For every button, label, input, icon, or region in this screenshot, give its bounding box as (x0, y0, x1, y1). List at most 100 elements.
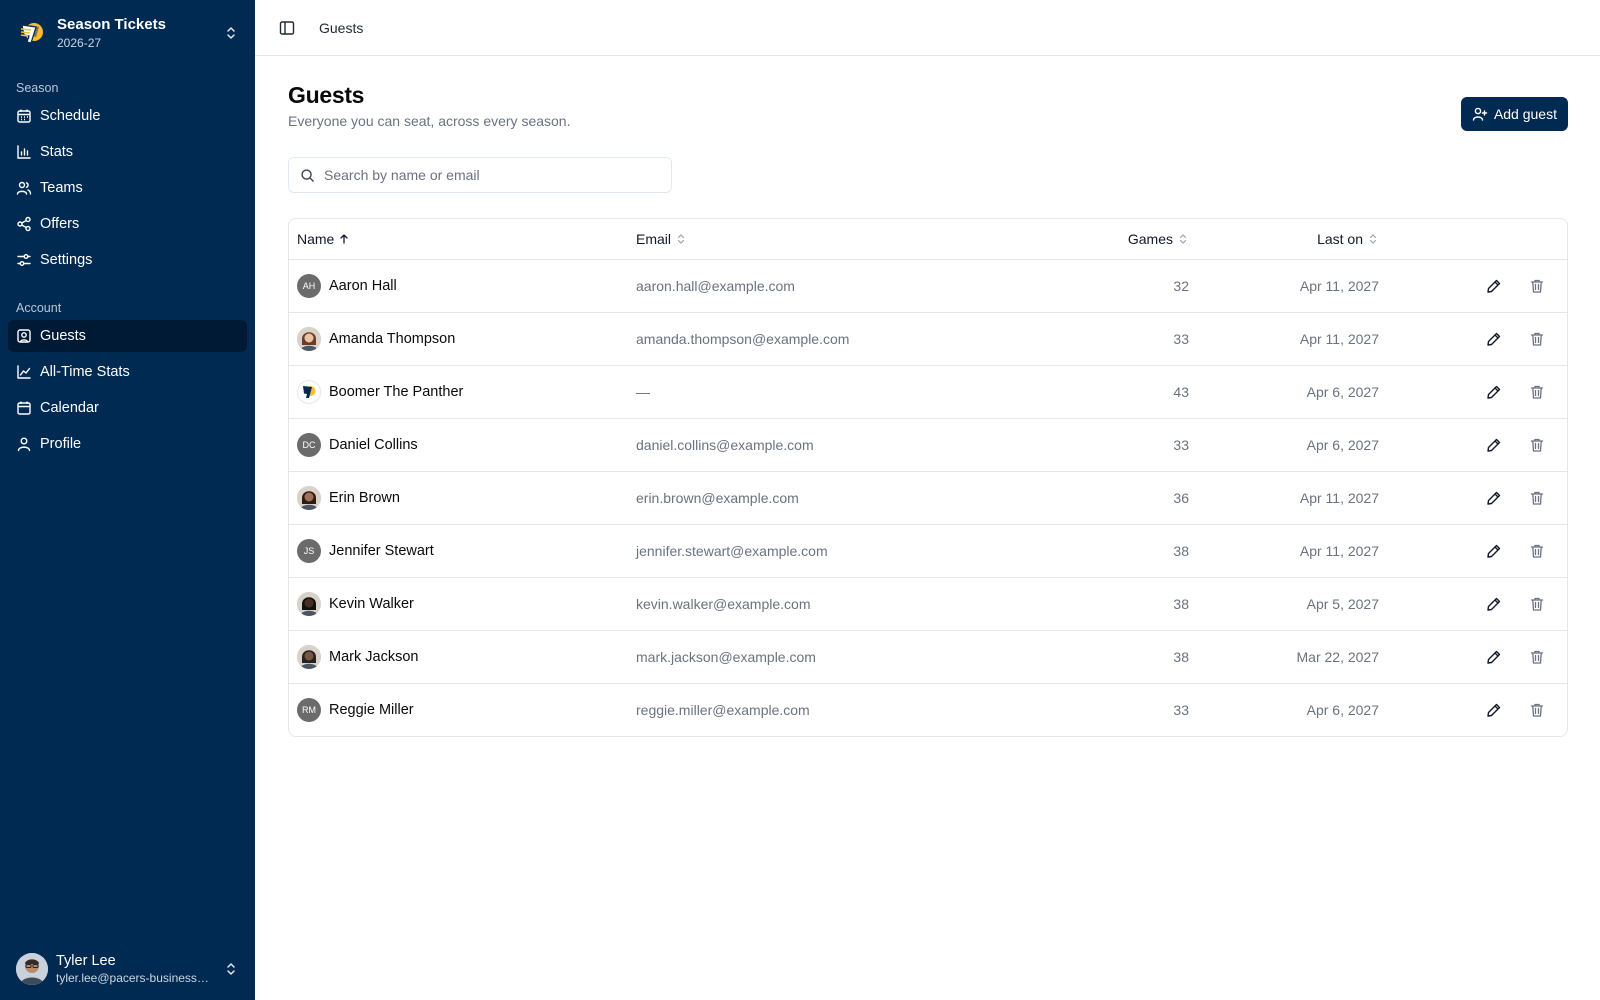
delete-guest-button[interactable] (1523, 537, 1551, 565)
team-switcher[interactable]: Season Tickets 2026-27 (0, 0, 255, 66)
user-name: Tyler Lee (56, 953, 116, 970)
delete-guest-button[interactable] (1523, 484, 1551, 512)
trash-icon (1530, 597, 1544, 611)
edit-guest-button[interactable] (1480, 431, 1508, 459)
sidebar-item-schedule[interactable]: Schedule (8, 100, 247, 132)
sidebar-item-all-time-stats[interactable]: All-Time Stats (8, 356, 247, 388)
calendar-grid-icon (17, 109, 31, 123)
sidebar-item-calendar[interactable]: Calendar (8, 392, 247, 424)
delete-guest-button[interactable] (1523, 431, 1551, 459)
sidebar-toggle-button[interactable] (273, 14, 301, 42)
table-row: DC Daniel Collins daniel.collins@example… (289, 418, 1567, 472)
sort-last-on-header[interactable]: Last on (1317, 231, 1379, 247)
edit-guest-button[interactable] (1480, 590, 1508, 618)
guest-email: — (628, 365, 974, 419)
edit-guest-button[interactable] (1480, 696, 1508, 724)
sidebar-item-stats[interactable]: Stats (8, 136, 247, 168)
photo-avatar-icon (297, 326, 321, 351)
pacers-p-icon (303, 385, 316, 398)
guest-name: Boomer The Panther (329, 383, 464, 400)
page-content: Guests Everyone you can seat, across eve… (255, 56, 1600, 737)
user-email: tyler.lee@pacers-business.com (56, 970, 211, 985)
guest-email: erin.brown@example.com (628, 471, 974, 525)
guest-email: amanda.thompson@example.com (628, 312, 974, 366)
sidebar-item-offers[interactable]: Offers (8, 208, 247, 240)
pacers-logo-icon (20, 23, 43, 44)
trash-icon (1530, 544, 1544, 558)
line-chart-icon (17, 365, 31, 379)
guest-last-on: Apr 6, 2027 (1306, 701, 1379, 718)
trash-icon (1530, 491, 1544, 505)
table-row: Mark Jackson mark.jackson@example.com 38… (289, 630, 1567, 684)
sort-email-header[interactable]: Email (636, 231, 687, 247)
sidebar-item-label: Schedule (40, 108, 101, 124)
guest-games: 36 (974, 471, 1197, 525)
edit-guest-button[interactable] (1480, 325, 1508, 353)
sliders-icon (17, 254, 31, 266)
guest-last-on: Apr 11, 2027 (1197, 312, 1387, 366)
sidebar-item-label: Profile (40, 436, 82, 452)
guest-games: 38 (974, 577, 1197, 631)
user-avatar-icon (16, 953, 48, 985)
photo-avatar-icon (297, 591, 321, 616)
trash-icon (1530, 332, 1544, 346)
nav-group-season: Season Schedule Stats Teams Offers Setti… (0, 76, 255, 280)
guest-last-on: Apr 11, 2027 (1197, 471, 1387, 525)
user-menu[interactable]: Tyler Lee tyler.lee@pacers-business.com (0, 938, 255, 1000)
trash-icon (1530, 703, 1544, 717)
sort-games-header[interactable]: Games (1128, 231, 1189, 247)
delete-guest-button[interactable] (1523, 272, 1551, 300)
guest-email: mark.jackson@example.com (628, 630, 974, 684)
guests-table: Name Email Games Last on AH Aaron Hall a… (288, 218, 1568, 737)
delete-guest-button[interactable] (1523, 378, 1551, 406)
avatar (297, 379, 321, 404)
team-season: 2026-27 (57, 35, 102, 50)
avatar: AH (297, 273, 321, 298)
guest-last-on: Apr 6, 2027 (1197, 365, 1387, 419)
sidebar-item-teams[interactable]: Teams (8, 172, 247, 204)
avatar: RM (297, 697, 321, 722)
edit-guest-button[interactable] (1480, 378, 1508, 406)
breadcrumb: Guests (319, 19, 364, 36)
edit-guest-button[interactable] (1480, 272, 1508, 300)
guest-name: Erin Brown (329, 489, 400, 506)
edit-guest-button[interactable] (1480, 484, 1508, 512)
guest-name: Aaron Hall (329, 277, 397, 294)
table-row: RM Reggie Miller reggie.miller@example.c… (289, 683, 1567, 736)
chevrons-up-down-icon (1369, 233, 1377, 244)
guest-email: reggie.miller@example.com (636, 701, 810, 718)
panel-left-icon (279, 20, 295, 35)
edit-guest-button[interactable] (1480, 643, 1508, 671)
add-guest-button[interactable]: Add guest (1460, 97, 1568, 131)
guest-name: Daniel Collins (329, 436, 418, 453)
team-title: Season Tickets (57, 15, 166, 33)
guest-email: kevin.walker@example.com (628, 577, 974, 631)
arrow-up-icon (340, 233, 349, 244)
table-row: JS Jennifer Stewart jennifer.stewart@exa… (289, 524, 1567, 578)
delete-guest-button[interactable] (1523, 590, 1551, 618)
nav-group-label: Account (16, 301, 62, 315)
pencil-icon (1487, 597, 1501, 611)
guest-name: Reggie Miller (329, 701, 414, 718)
sort-name-header[interactable]: Name (297, 231, 350, 247)
sidebar-item-label: Guests (40, 328, 86, 344)
guest-games: 38 (974, 630, 1197, 684)
sidebar-item-settings[interactable]: Settings (8, 244, 247, 276)
search-input[interactable] (324, 167, 660, 183)
sidebar-item-label: All-Time Stats (40, 364, 130, 380)
avatar (16, 953, 48, 985)
share-icon (17, 216, 31, 232)
table-row: Kevin Walker kevin.walker@example.com 38… (289, 577, 1567, 631)
delete-guest-button[interactable] (1523, 643, 1551, 671)
delete-guest-button[interactable] (1523, 325, 1551, 353)
guest-name: Amanda Thompson (329, 330, 456, 347)
sidebar-item-profile[interactable]: Profile (8, 428, 247, 460)
chevrons-up-down-icon (227, 963, 235, 975)
delete-guest-button[interactable] (1523, 696, 1551, 724)
trash-icon (1530, 650, 1544, 664)
edit-guest-button[interactable] (1480, 537, 1508, 565)
sidebar-item-guests[interactable]: Guests (8, 320, 247, 352)
guest-name: Kevin Walker (329, 595, 414, 612)
sidebar-item-label: Offers (40, 216, 80, 232)
sidebar-item-label: Calendar (40, 400, 99, 416)
